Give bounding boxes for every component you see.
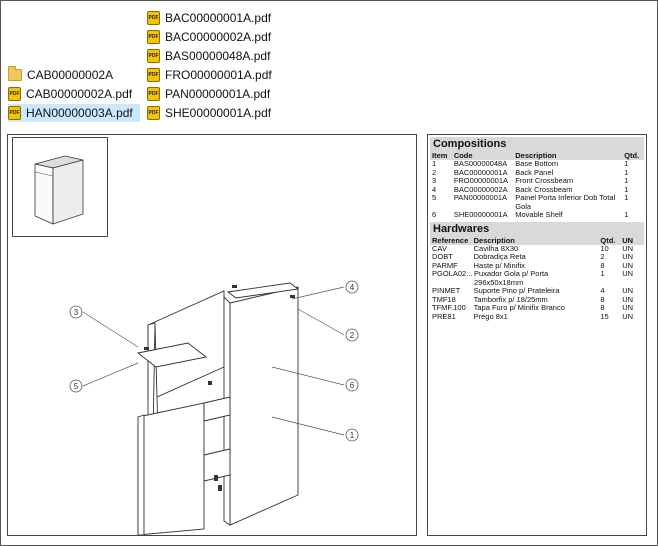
table-row: DOBT Dobradiça Reta 2 UN [432, 252, 634, 261]
file-item[interactable]: PDF CAB00000002A.pdf [8, 85, 138, 103]
pdf-icon: PDF [147, 30, 160, 44]
file-name: PAN00000001A.pdf [165, 87, 271, 101]
file-item[interactable]: CAB00000002A [8, 66, 138, 84]
table-row: CAV Cavilha 8X30 10 UN [432, 243, 634, 253]
file-name: BAS00000048A.pdf [165, 49, 271, 63]
folder-icon [8, 66, 22, 81]
file-name: HAN00000003A.pdf [26, 106, 133, 120]
callout-label: 1 [350, 431, 355, 440]
file-item[interactable]: PDF SHE00000001A.pdf [147, 104, 271, 122]
side-panel [229, 286, 299, 526]
callout-label: 2 [350, 331, 355, 340]
pdf-icon: PDF [147, 87, 160, 101]
pdf-icon: PDF [147, 11, 160, 25]
table-row: 5 PAN00000001A Painel Porta Inferior Dob T… [432, 193, 629, 211]
file-item[interactable]: PDF FRO00000001A.pdf [147, 66, 272, 84]
table-row: PGOLA02... Puxador Gola p/ Porta 296x50x1… [432, 269, 634, 287]
hardwares-title: Hardwares [430, 221, 644, 236]
callout-label: 6 [350, 381, 355, 390]
file-name: CAB00000002A.pdf [26, 87, 133, 101]
file-item-selected[interactable]: PDF HAN00000003A.pdf [8, 104, 140, 122]
table-row: 6 SHE00000001A Movable Shelf 1 [432, 210, 629, 219]
compositions-rows: 1 BAS00000048A Base Bottom 1 2 BAC00000001A B… [428, 159, 646, 220]
file-item[interactable]: PDF BAC00000001A.pdf [147, 9, 271, 27]
table-row: PRE81 Prego 8x1 15 UN [432, 311, 634, 321]
door-panel [137, 402, 205, 535]
assembly-drawing: 3 5 4 2 6 1 [7, 134, 417, 536]
callout-label: 5 [74, 382, 79, 391]
exploded-view: 3 5 4 2 6 1 [69, 280, 359, 535]
file-name: BAC00000002A.pdf [165, 30, 272, 44]
file-name: SHE00000001A.pdf [165, 106, 272, 120]
pdf-icon: PDF [147, 49, 160, 63]
file-item[interactable]: PDF BAC00000002A.pdf [147, 28, 271, 46]
file-name: FRO00000001A.pdf [165, 68, 272, 82]
pdf-icon: PDF [147, 106, 160, 120]
pdf-icon: PDF [8, 106, 21, 120]
file-name: CAB00000002A [27, 68, 114, 82]
pdf-icon: PDF [8, 87, 21, 101]
compositions-title: Compositions [430, 137, 644, 151]
callout-label: 4 [350, 283, 355, 292]
file-item[interactable]: PDF BAS00000048A.pdf [147, 47, 270, 65]
bill-of-materials: Compositions Item Code Description Qtd. … [427, 134, 647, 536]
callout-label: 3 [74, 308, 79, 317]
file-item[interactable]: PDF PAN00000001A.pdf [147, 85, 270, 103]
hardwares-rows: CAV Cavilha 8X30 10 UN DOBT Dobradiça Reta 2 U… [428, 243, 646, 322]
table-row: TFMF.100 Tapa Furo p/ Minifix Branco 8 UN [432, 303, 634, 312]
hardwares-header: Reference Description Qtd. UN [430, 235, 644, 245]
pdf-icon: PDF [147, 68, 160, 82]
file-name: BAC00000001A.pdf [165, 11, 272, 25]
